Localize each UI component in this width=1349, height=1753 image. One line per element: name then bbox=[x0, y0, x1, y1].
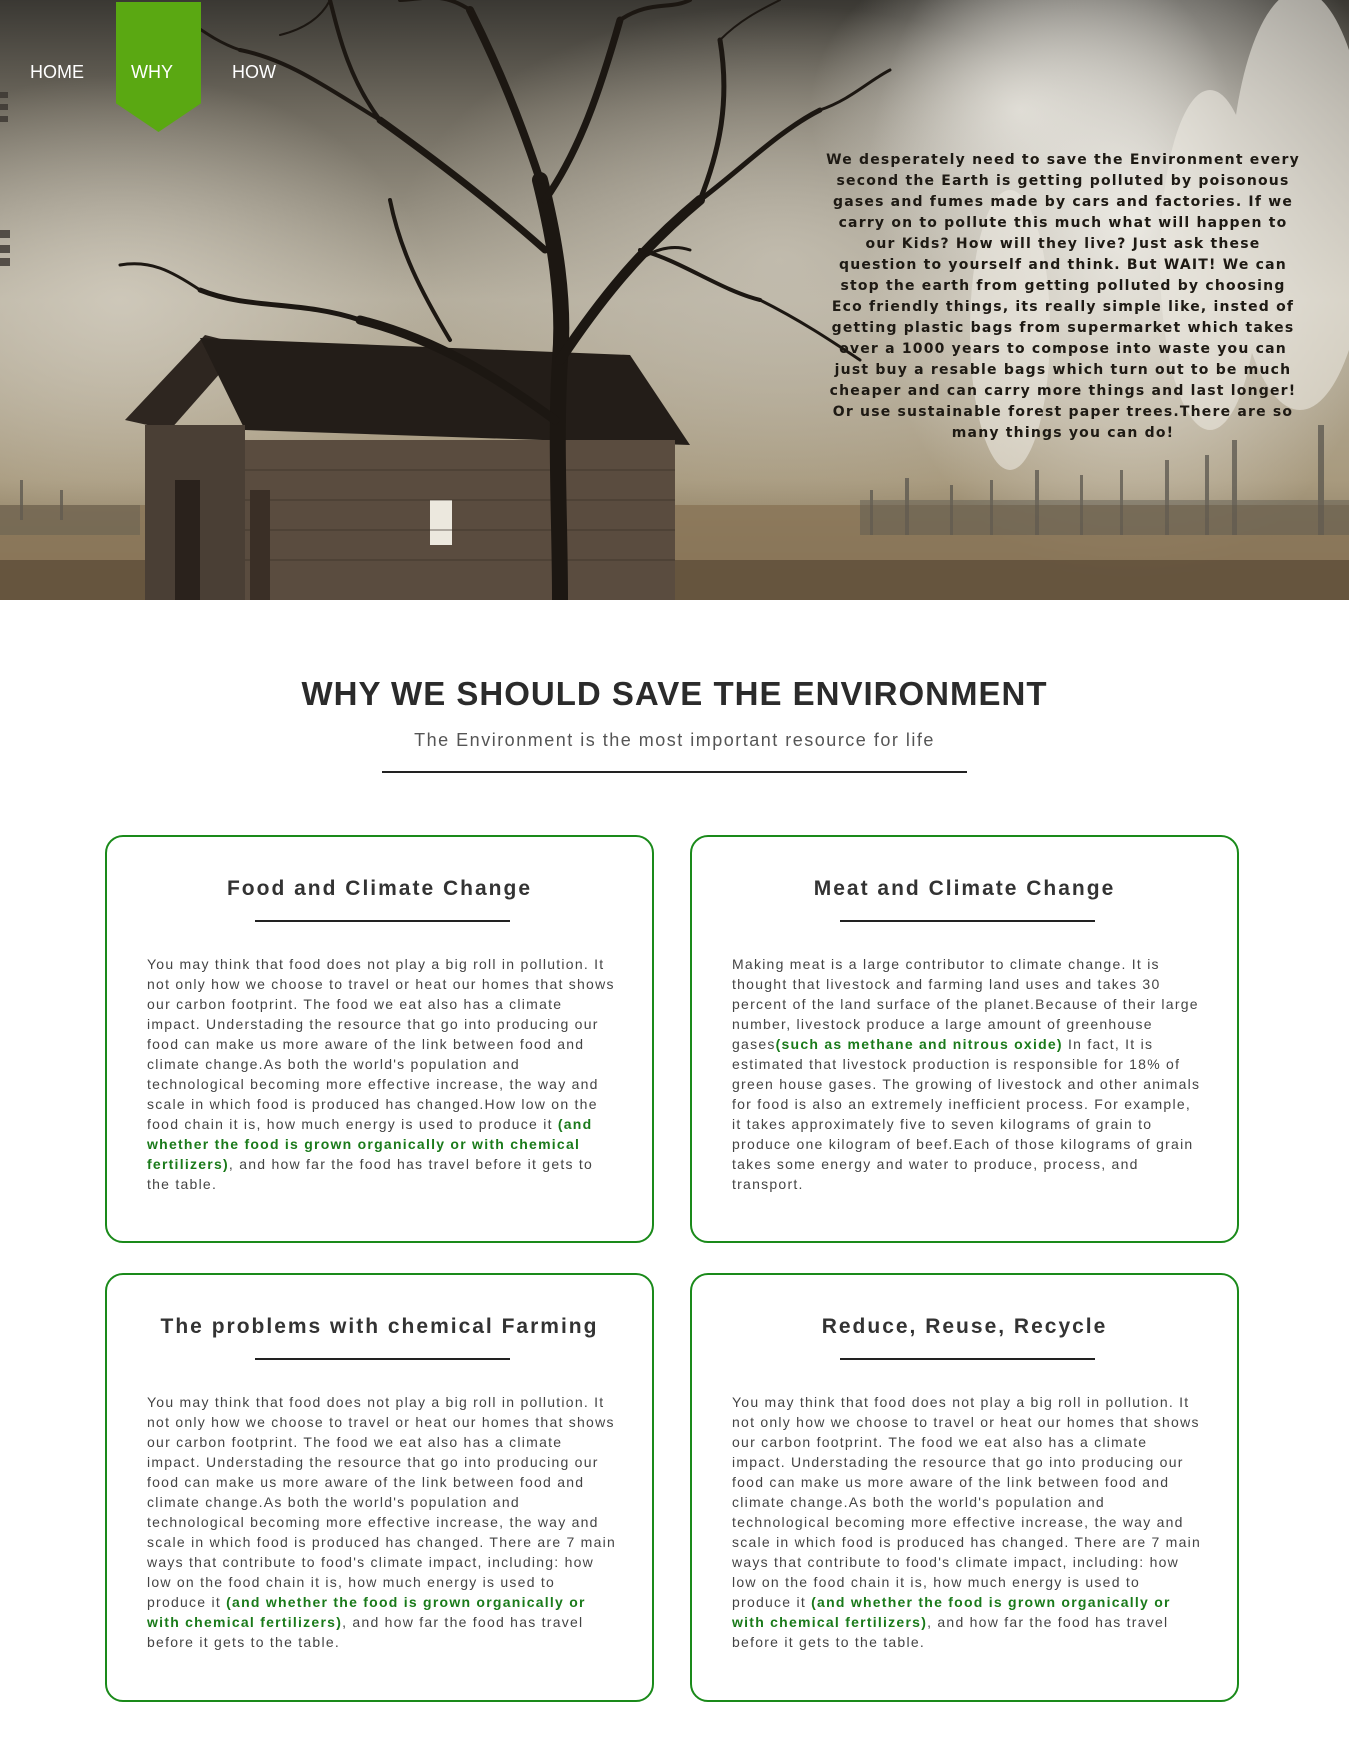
card-title: Food and Climate Change bbox=[226, 877, 532, 900]
card-divider bbox=[840, 920, 1095, 922]
card-body: You may think that food does not play a … bbox=[732, 1392, 1202, 1652]
nav-home-link[interactable]: HOME bbox=[30, 62, 84, 83]
house-illustration bbox=[125, 335, 690, 600]
card-text: You may think that food does not play a … bbox=[732, 1394, 1202, 1610]
section-subtitle: The Environment is the most important re… bbox=[414, 730, 935, 750]
section-divider bbox=[382, 771, 967, 773]
card-divider bbox=[840, 1358, 1095, 1360]
info-card-reduce-reuse-recycle: Reduce, Reuse, Recycle You may think tha… bbox=[690, 1273, 1239, 1702]
card-text: In fact, It is estimated that livestock … bbox=[732, 1036, 1201, 1192]
card-body: You may think that food does not play a … bbox=[147, 954, 617, 1194]
card-title: The problems with chemical Farming bbox=[160, 1315, 599, 1338]
nav-why-link[interactable]: WHY bbox=[131, 62, 173, 83]
info-card-food-climate: Food and Climate Change You may think th… bbox=[105, 835, 654, 1243]
info-card-chemical-farming: The problems with chemical Farming You m… bbox=[105, 1273, 654, 1702]
hero-paragraph: We desperately need to save the Environm… bbox=[826, 152, 1300, 441]
card-title: Meat and Climate Change bbox=[813, 877, 1116, 900]
card-divider bbox=[255, 920, 510, 922]
info-card-meat-climate: Meat and Climate Change Making meat is a… bbox=[690, 835, 1239, 1243]
card-divider bbox=[255, 1358, 510, 1360]
card-text: You may think that food does not play a … bbox=[147, 956, 615, 1132]
nav-how-link[interactable]: HOW bbox=[232, 62, 276, 83]
hero-banner: HOME WHY HOW We desperately need to save… bbox=[0, 0, 1349, 600]
card-title: Reduce, Reuse, Recycle bbox=[821, 1315, 1108, 1338]
section-title: WHY WE SHOULD SAVE THE ENVIRONMENT bbox=[301, 675, 1048, 712]
card-text: You may think that food does not play a … bbox=[147, 1394, 617, 1610]
card-body: You may think that food does not play a … bbox=[147, 1392, 617, 1652]
card-highlight: (such as methane and nitrous oxide) bbox=[775, 1036, 1063, 1052]
card-body: Making meat is a large contributor to cl… bbox=[732, 954, 1202, 1194]
